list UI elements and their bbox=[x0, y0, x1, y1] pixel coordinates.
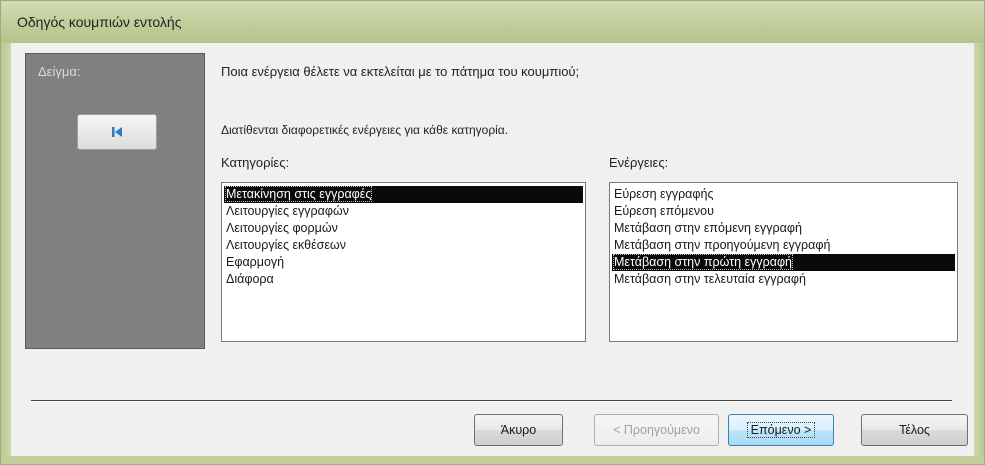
category-list-item[interactable]: Λειτουργίες φορμών bbox=[224, 220, 583, 237]
action-list-item[interactable]: Μετάβαση στην τελευταία εγγραφή bbox=[612, 271, 955, 288]
window-frame-left bbox=[1, 43, 11, 464]
sample-preview-panel: Δείγμα: bbox=[25, 53, 205, 349]
cancel-button[interactable]: Άκυρο bbox=[474, 414, 563, 446]
category-list-item[interactable]: Μετακίνηση στις εγγραφές bbox=[224, 186, 583, 203]
wizard-content: Δείγμα: Ποια ενέργεια θέλετε να εκτελείτ… bbox=[11, 43, 974, 456]
window-frame-bottom bbox=[1, 456, 984, 464]
window-title: Οδηγός κουμπιών εντολής bbox=[17, 14, 182, 30]
category-list-item[interactable]: Λειτουργίες εγγραφών bbox=[224, 203, 583, 220]
button-separator bbox=[31, 400, 952, 402]
next-button-label: Επόμενο > bbox=[746, 422, 816, 438]
goto-first-record-icon bbox=[112, 127, 122, 137]
action-list-item[interactable]: Μετάβαση στην προηγούμενη εγγραφή bbox=[612, 237, 955, 254]
command-button-wizard-window: Οδηγός κουμπιών εντολής Δείγμα: Ποια ενέ… bbox=[0, 0, 985, 465]
actions-listbox[interactable]: Εύρεση εγγραφής Εύρεση επόμενου Μετάβαση σ… bbox=[609, 182, 958, 342]
back-button[interactable]: < Προηγούμενο bbox=[594, 414, 719, 446]
back-button-label: < Προηγούμενο bbox=[613, 423, 700, 437]
sample-preview-button bbox=[77, 114, 157, 150]
next-button[interactable]: Επόμενο > bbox=[728, 414, 834, 446]
action-subtext: Διατίθενται διαφορετικές ενέργειες για κ… bbox=[221, 123, 509, 137]
action-list-item[interactable]: Εύρεση επόμενου bbox=[612, 203, 955, 220]
finish-button-label: Τέλος bbox=[899, 423, 930, 437]
action-list-item[interactable]: Μετάβαση στην πρώτη εγγραφή bbox=[612, 254, 955, 271]
cancel-button-label: Άκυρο bbox=[500, 423, 537, 437]
category-list-item[interactable]: Λειτουργίες εκθέσεων bbox=[224, 237, 583, 254]
sample-label: Δείγμα: bbox=[38, 64, 81, 79]
action-list-item[interactable]: Εύρεση εγγραφής bbox=[612, 186, 955, 203]
action-question: Ποια ενέργεια θέλετε να εκτελείται με το… bbox=[221, 64, 580, 79]
actions-label: Ενέργειες: bbox=[609, 155, 669, 170]
categories-list: Μετακίνηση στις εγγραφές Λειτουργίες εγγρ… bbox=[224, 186, 583, 288]
actions-list: Εύρεση εγγραφής Εύρεση επόμενου Μετάβαση σ… bbox=[612, 186, 955, 288]
category-list-item[interactable]: Διάφορα bbox=[224, 271, 583, 288]
window-frame-right bbox=[974, 43, 984, 464]
categories-listbox[interactable]: Μετακίνηση στις εγγραφές Λειτουργίες εγγρ… bbox=[221, 182, 586, 342]
category-list-item[interactable]: Εφαρμογή bbox=[224, 254, 583, 271]
finish-button[interactable]: Τέλος bbox=[861, 414, 968, 446]
title-bar[interactable]: Οδηγός κουμπιών εντολής bbox=[1, 1, 984, 44]
categories-label: Κατηγορίες: bbox=[221, 155, 290, 170]
action-list-item[interactable]: Μετάβαση στην επόμενη εγγραφή bbox=[612, 220, 955, 237]
